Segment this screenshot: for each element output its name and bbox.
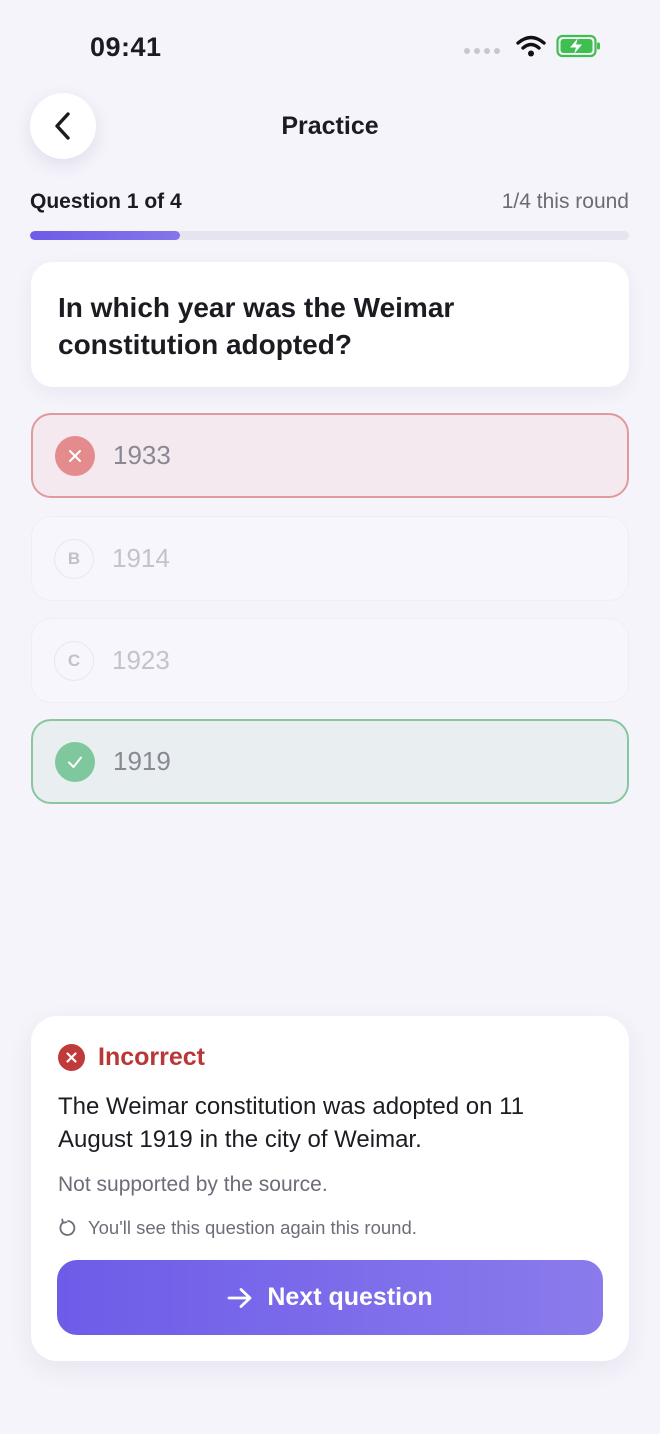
signal-icon	[464, 38, 500, 54]
progress-bar	[30, 231, 629, 240]
feedback-header: Incorrect	[58, 1043, 205, 1072]
feedback-status: Incorrect	[98, 1043, 205, 1071]
status-time: 09:41	[90, 32, 162, 62]
close-icon	[55, 435, 95, 476]
answer-option-b[interactable]: B 1914	[31, 516, 629, 601]
repeat-icon	[59, 1218, 76, 1236]
answer-option-label: 1933	[113, 440, 171, 470]
answer-option-c[interactable]: C 1923	[31, 618, 629, 703]
question-card: In which year was the Weimar constitutio…	[31, 262, 629, 387]
page-title: Practice	[281, 112, 379, 140]
next-question-label: Next question	[267, 1283, 433, 1311]
arrow-right-icon	[227, 1287, 252, 1308]
answer-option-label: 1919	[113, 746, 171, 776]
question-text: In which year was the Weimar constitutio…	[58, 292, 455, 360]
feedback-explanation: The Weimar constitution was adopted on 1…	[58, 1093, 525, 1153]
progress-fill	[30, 231, 180, 240]
feedback-panel: Incorrect The Weimar constitution was ad…	[31, 1016, 629, 1361]
source-note: Not supported by the source.	[58, 1173, 328, 1196]
question-counter: Question 1 of 4	[30, 190, 182, 213]
answer-option-label: 1914	[112, 543, 170, 573]
wifi-icon	[516, 35, 546, 57]
option-letter-badge: C	[54, 640, 94, 681]
practice-screen: 09:41 Practice Question 1 of 4 1/4 this …	[0, 0, 660, 1434]
answer-option-a[interactable]: 1933	[31, 413, 629, 498]
checkmark-icon	[55, 741, 95, 782]
answer-option-label: 1923	[112, 645, 170, 675]
repeat-note-text: You'll see this question again this roun…	[88, 1217, 417, 1238]
answer-option-d[interactable]: 1919	[31, 719, 629, 804]
error-icon	[58, 1044, 85, 1071]
repeat-note: You'll see this question again this roun…	[58, 1217, 417, 1239]
next-question-button[interactable]: Next question	[57, 1260, 603, 1335]
battery-charging-icon	[556, 34, 600, 58]
round-counter: 1/4 this round	[501, 190, 629, 213]
status-icons	[464, 34, 602, 58]
option-letter-badge: B	[54, 538, 94, 579]
